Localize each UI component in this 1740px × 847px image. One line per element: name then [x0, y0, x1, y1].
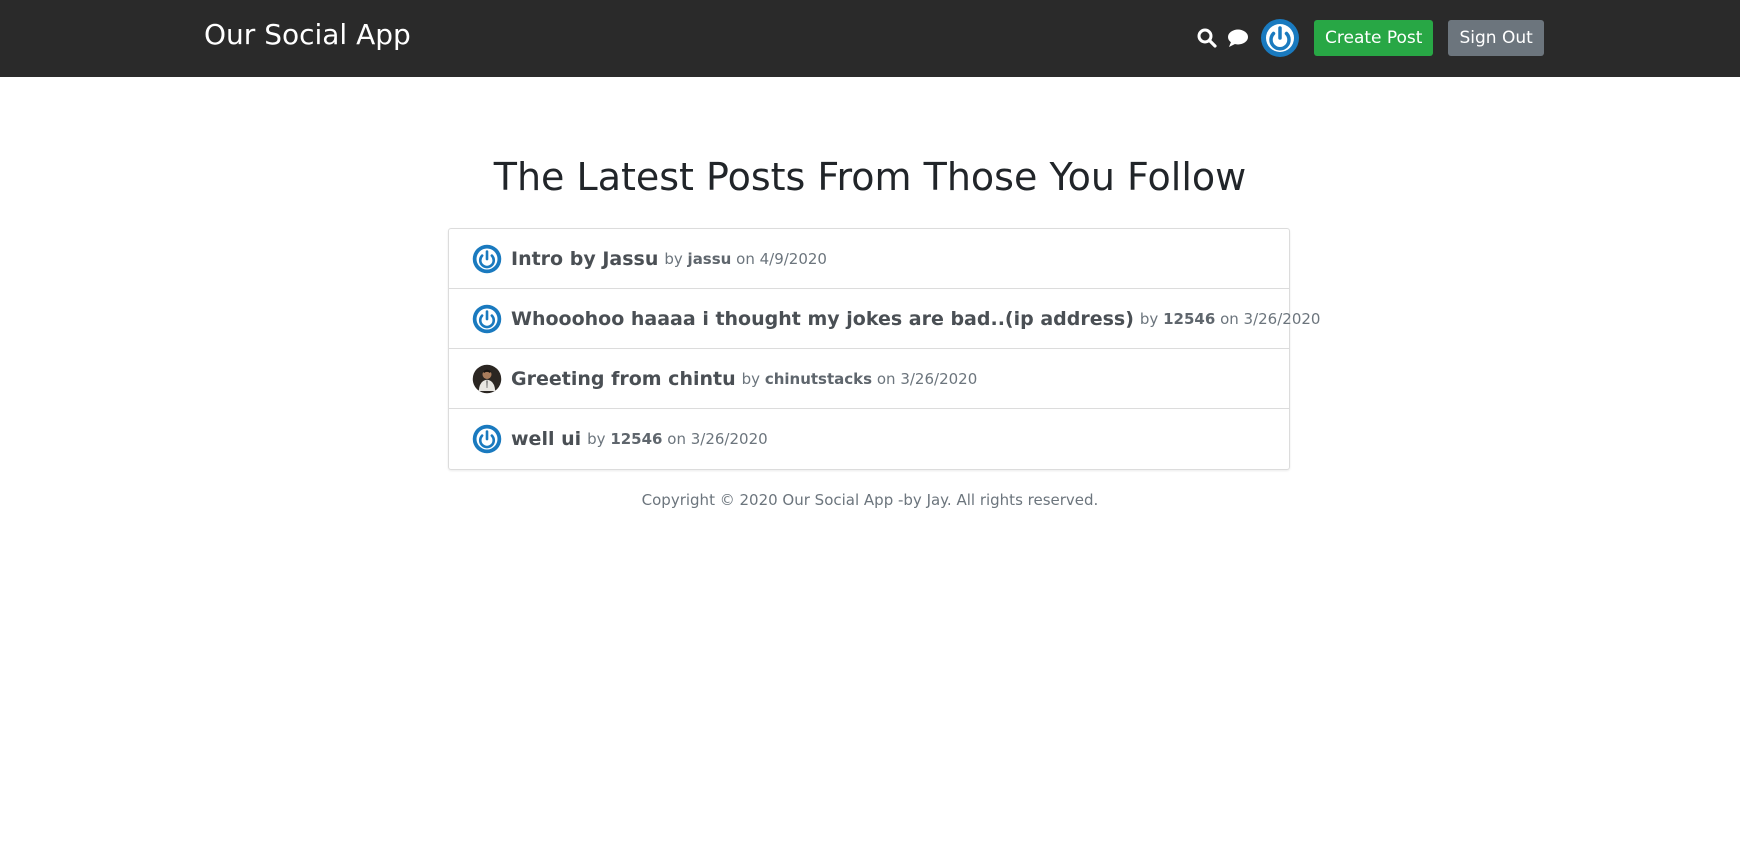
sign-out-button[interactable]: Sign Out [1448, 20, 1544, 56]
search-icon[interactable] [1196, 27, 1218, 49]
on-label: on [667, 430, 686, 448]
post-author: chinutstacks [764, 369, 873, 388]
on-label: on [736, 249, 755, 268]
create-post-button[interactable]: Create Post [1314, 20, 1434, 56]
list-item[interactable]: Whooohoo haaaa i thought my jokes are ba… [449, 289, 1320, 349]
list-item[interactable]: well ui by 12546 on 3/26/2020 [449, 409, 1289, 469]
avatar [472, 424, 502, 454]
brand-logo-link[interactable]: Our Social App [204, 18, 411, 51]
list-item[interactable]: Greeting from chintu by chinutstacks on … [449, 349, 1289, 409]
by-label: by [1139, 309, 1159, 328]
post-author: 12546 [1163, 309, 1216, 328]
nav-actions: Create Post Sign Out [1196, 19, 1544, 57]
header-avatar[interactable] [1260, 18, 1300, 58]
post-date: 3/26/2020 [690, 430, 768, 448]
page-title: The Latest Posts From Those You Follow [493, 155, 1247, 199]
avatar [472, 364, 502, 394]
post-meta: by chinutstacks on 3/26/2020 [742, 370, 978, 388]
post-author: 12546 [610, 430, 663, 448]
post-meta: by 12546 on 3/26/2020 [587, 430, 768, 448]
post-meta: by jassu on 4/9/2020 [664, 250, 827, 268]
by-label: by [741, 369, 761, 388]
post-list: Intro by Jassu by jassu on 4/9/2020 Whoo… [448, 228, 1320, 470]
post-meta: by 12546 on 3/26/2020 [1140, 310, 1321, 328]
post-title[interactable]: well ui [511, 428, 581, 450]
post-title[interactable]: Whooohoo haaaa i thought my jokes are ba… [511, 308, 1134, 330]
post-date: 4/9/2020 [759, 249, 827, 268]
footer-copyright: Copyright © 2020 Our Social App -by Jay.… [641, 491, 1099, 509]
post-date: 3/26/2020 [900, 369, 978, 388]
on-label: on [1220, 309, 1239, 328]
list-item[interactable]: Intro by Jassu by jassu on 4/9/2020 [449, 229, 1289, 289]
avatar [472, 244, 502, 274]
avatar [472, 304, 502, 334]
post-author: jassu [687, 249, 732, 268]
post-title[interactable]: Greeting from chintu [511, 368, 736, 390]
post-date: 3/26/2020 [1243, 309, 1321, 328]
by-label: by [664, 249, 683, 268]
chat-icon[interactable] [1226, 27, 1250, 49]
navbar: Our Social App Create Post Sign Out [0, 0, 1740, 77]
by-label: by [587, 430, 606, 448]
on-label: on [876, 369, 896, 388]
post-title[interactable]: Intro by Jassu [511, 248, 658, 270]
